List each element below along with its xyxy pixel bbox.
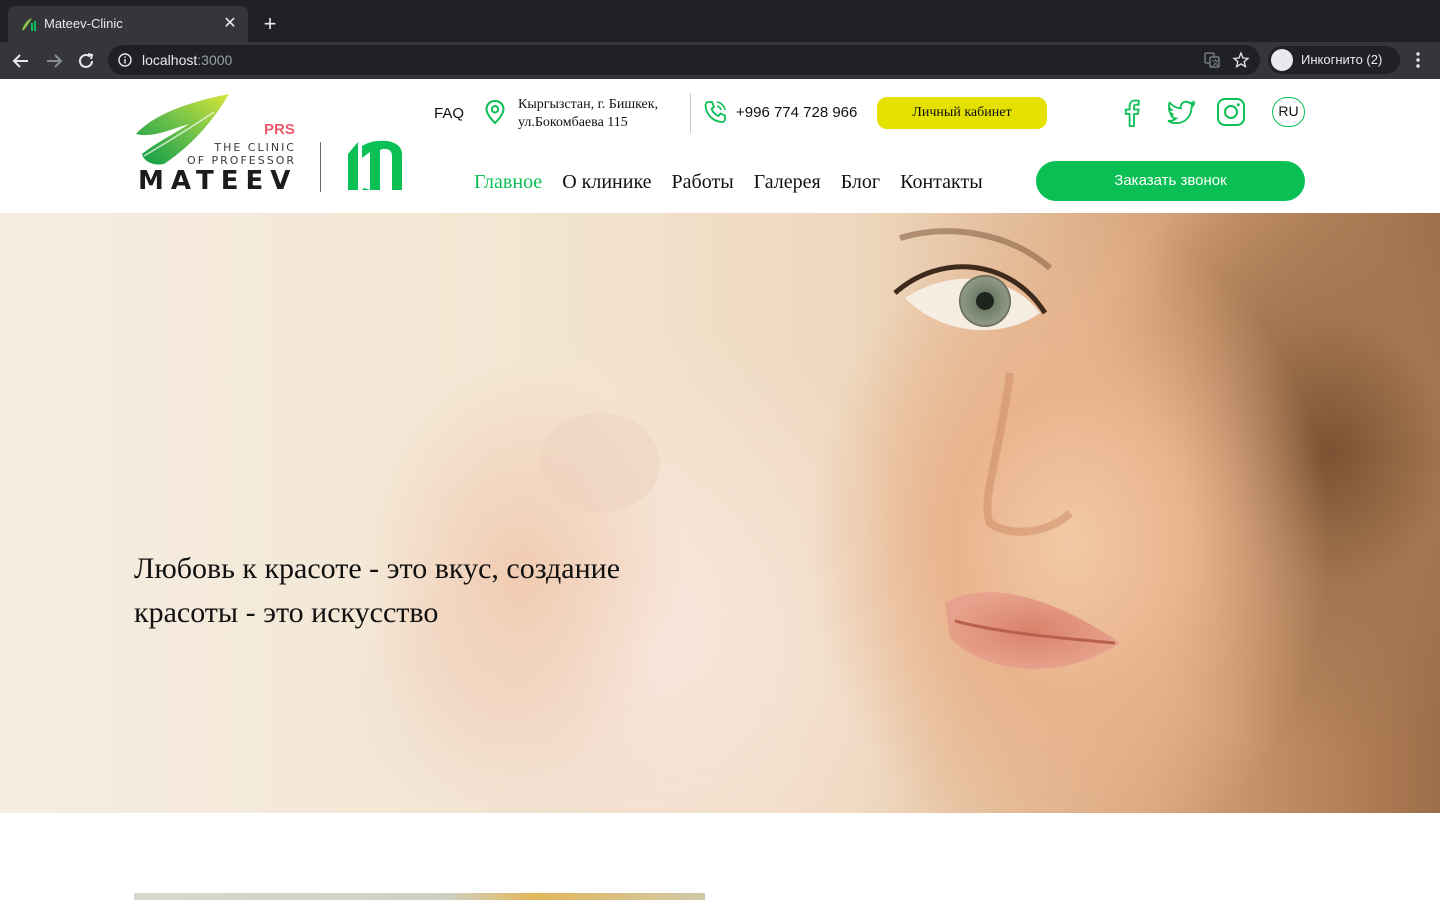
svg-text:文: 文: [1212, 58, 1219, 67]
address-line-2: ул.Бокомбаева 115: [518, 115, 628, 130]
incognito-label: Инкогнито (2): [1301, 52, 1383, 67]
browser-menu-icon[interactable]: [1408, 50, 1428, 70]
hero-woman-photo: [360, 228, 1120, 783]
new-tab-icon[interactable]: +: [258, 12, 282, 36]
hero-title-line-2: красоты - это искусство: [134, 596, 439, 629]
faq-link[interactable]: FAQ: [434, 105, 464, 122]
nav-item-blog[interactable]: Блог: [841, 171, 880, 194]
site-header: PRS THE CLINIC OF PROFESSOR MATEEV FAQ К…: [0, 79, 1440, 213]
bookmark-star-icon[interactable]: [1232, 51, 1250, 69]
browser-tab-bar: Mateev-Clinic ✕ +: [0, 0, 1440, 42]
logo-name: MATEEV: [138, 166, 298, 196]
twitter-icon[interactable]: [1165, 96, 1197, 128]
facebook-icon[interactable]: [1116, 96, 1148, 128]
forward-icon[interactable]: [41, 48, 67, 74]
tab-title: Mateev-Clinic: [44, 16, 123, 31]
browser-tab[interactable]: Mateev-Clinic ✕: [8, 6, 248, 42]
back-icon[interactable]: [8, 48, 34, 74]
hero-banner: Любовь к красоте - это вкус, создание кр…: [0, 213, 1440, 813]
nav-item-home[interactable]: Главное: [474, 171, 542, 194]
instagram-icon[interactable]: [1215, 96, 1247, 128]
site-info-icon[interactable]: [118, 53, 132, 67]
translate-icon[interactable]: 文: [1204, 52, 1220, 68]
incognito-indicator[interactable]: Инкогнито (2): [1268, 46, 1400, 74]
hero-title: Любовь к красоте - это вкус, создание кр…: [134, 547, 694, 635]
tab-close-icon[interactable]: ✕: [220, 14, 240, 34]
logo-m-mark-icon: [348, 140, 402, 190]
clinic-logo[interactable]: PRS THE CLINIC OF PROFESSOR MATEEV: [134, 94, 406, 196]
incognito-icon: [1271, 49, 1293, 71]
favicon-icon: [22, 18, 36, 31]
hero-title-line-1: Любовь к красоте - это вкус, создание: [134, 552, 621, 585]
address-bar[interactable]: localhost:3000 文: [108, 45, 1260, 75]
main-navigation: Главное О клинике Работы Галерея Блог Ко…: [474, 171, 983, 194]
nav-item-about[interactable]: О клинике: [562, 171, 651, 194]
section-image: [134, 893, 705, 900]
language-switcher[interactable]: RU: [1272, 97, 1305, 127]
reload-icon[interactable]: [73, 48, 99, 74]
nav-item-works[interactable]: Работы: [672, 171, 734, 194]
address-line-1: Кыргызстан, г. Бишкек,: [518, 97, 659, 112]
browser-toolbar: localhost:3000 文 Инкогнито (2): [0, 42, 1440, 79]
header-divider: [690, 93, 691, 133]
location-pin-icon: [485, 99, 505, 125]
logo-divider: [320, 142, 321, 192]
clinic-address: Кыргызстан, г. Бишкек, ул.Бокомбаева 115: [518, 96, 688, 132]
logo-line-1: THE CLINIC: [214, 141, 296, 154]
order-callback-button[interactable]: Заказать звонок: [1036, 161, 1305, 201]
logo-prs: PRS: [264, 121, 295, 138]
phone-icon: [704, 101, 726, 123]
personal-cabinet-button[interactable]: Личный кабинет: [877, 97, 1047, 129]
phone-number-link[interactable]: +996 774 728 966: [736, 104, 857, 121]
url-text: localhost:3000: [142, 52, 233, 68]
nav-item-gallery[interactable]: Галерея: [754, 171, 821, 194]
nav-item-contacts[interactable]: Контакты: [900, 171, 983, 194]
